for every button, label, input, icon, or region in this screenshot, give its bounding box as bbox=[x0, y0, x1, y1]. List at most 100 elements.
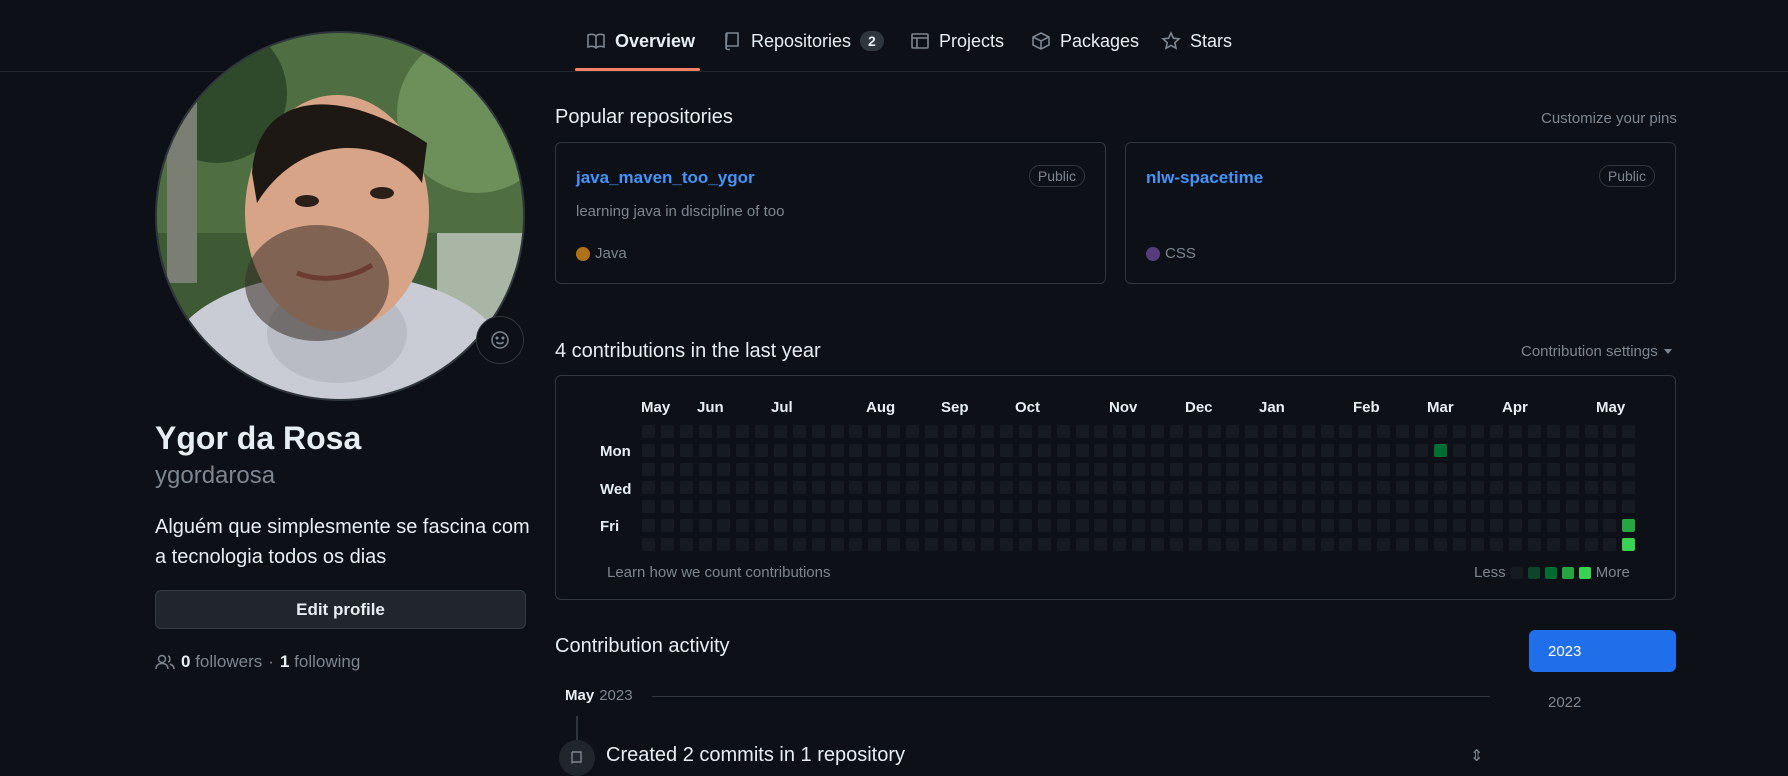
contribution-day-cell[interactable] bbox=[1056, 519, 1070, 532]
contribution-day-cell[interactable] bbox=[1377, 462, 1391, 476]
contribution-day-cell[interactable] bbox=[830, 425, 844, 438]
contribution-day-cell[interactable] bbox=[1282, 481, 1296, 495]
contribution-day-cell[interactable] bbox=[1471, 425, 1485, 438]
contribution-day-cell[interactable] bbox=[868, 537, 882, 551]
contribution-day-cell[interactable] bbox=[1150, 462, 1164, 476]
contribution-day-cell[interactable] bbox=[1377, 537, 1391, 551]
contribution-day-cell[interactable] bbox=[943, 481, 957, 495]
contribution-day-cell[interactable] bbox=[1565, 537, 1579, 551]
contribution-day-cell[interactable] bbox=[1584, 425, 1598, 438]
contribution-day-cell[interactable] bbox=[1132, 425, 1146, 438]
contribution-day-cell[interactable] bbox=[679, 443, 693, 457]
contribution-day-cell[interactable] bbox=[830, 500, 844, 514]
contribution-day-cell[interactable] bbox=[1226, 537, 1240, 551]
contribution-day-cell[interactable] bbox=[773, 481, 787, 495]
contribution-day-cell[interactable] bbox=[1358, 425, 1372, 438]
contribution-day-cell[interactable] bbox=[1188, 519, 1202, 532]
contribution-day-cell[interactable] bbox=[1565, 481, 1579, 495]
contribution-day-cell[interactable] bbox=[755, 519, 769, 532]
contribution-day-cell[interactable] bbox=[1094, 443, 1108, 457]
contribution-day-cell[interactable] bbox=[981, 537, 995, 551]
contribution-day-cell[interactable] bbox=[773, 537, 787, 551]
contribution-day-cell[interactable] bbox=[1320, 443, 1334, 457]
contribution-day-cell[interactable] bbox=[717, 443, 731, 457]
contribution-day-cell[interactable] bbox=[1396, 537, 1409, 551]
contribution-day-cell[interactable] bbox=[1019, 443, 1032, 457]
contribution-day-cell[interactable] bbox=[1527, 500, 1541, 514]
tab-packages[interactable]: Packages bbox=[1021, 16, 1149, 66]
contribution-day-cell[interactable] bbox=[1245, 443, 1259, 457]
contribution-day-cell[interactable] bbox=[1339, 462, 1353, 476]
contribution-day-cell[interactable] bbox=[1414, 500, 1428, 514]
contribution-day-cell[interactable] bbox=[1546, 443, 1560, 457]
contribution-day-cell[interactable] bbox=[1037, 500, 1051, 514]
contribution-day-cell[interactable] bbox=[849, 519, 863, 532]
contribution-day-cell[interactable] bbox=[1132, 481, 1146, 495]
contribution-day-cell[interactable] bbox=[1471, 443, 1485, 457]
contribution-day-cell[interactable] bbox=[1546, 519, 1560, 532]
contribution-day-cell[interactable] bbox=[1433, 500, 1447, 514]
contribution-day-cell[interactable] bbox=[1546, 462, 1560, 476]
contribution-day-cell[interactable] bbox=[811, 425, 825, 438]
contribution-day-cell[interactable] bbox=[981, 425, 995, 438]
contribution-day-cell[interactable] bbox=[660, 425, 674, 438]
contribution-day-cell[interactable] bbox=[1414, 481, 1428, 495]
contribution-day-cell[interactable] bbox=[1207, 519, 1221, 532]
contribution-day-cell[interactable] bbox=[1056, 443, 1070, 457]
contribution-day-cell[interactable] bbox=[1490, 481, 1504, 495]
contribution-day-cell[interactable] bbox=[1414, 519, 1428, 532]
contribution-day-cell[interactable] bbox=[1452, 425, 1466, 438]
contribution-day-cell[interactable] bbox=[943, 519, 957, 532]
contribution-day-cell[interactable] bbox=[1490, 500, 1504, 514]
contribution-day-cell[interactable] bbox=[962, 443, 976, 457]
contribution-day-cell[interactable] bbox=[1414, 462, 1428, 476]
contribution-day-cell[interactable] bbox=[887, 519, 901, 532]
contribution-day-cell[interactable] bbox=[660, 537, 674, 551]
tab-stars[interactable]: Stars bbox=[1151, 16, 1242, 66]
contribution-day-cell[interactable] bbox=[905, 500, 919, 514]
contribution-day-cell[interactable] bbox=[1132, 462, 1146, 476]
contribution-day-cell[interactable] bbox=[1188, 443, 1202, 457]
contribution-day-cell[interactable] bbox=[1264, 519, 1278, 532]
contribution-day-cell[interactable] bbox=[830, 537, 844, 551]
contribution-day-cell[interactable] bbox=[1320, 537, 1334, 551]
contribution-day-cell[interactable] bbox=[1282, 425, 1296, 438]
contribution-day-cell[interactable] bbox=[717, 462, 731, 476]
contribution-day-cell[interactable] bbox=[1037, 519, 1051, 532]
avatar[interactable] bbox=[155, 31, 525, 401]
contribution-day-cell[interactable] bbox=[679, 481, 693, 495]
contribution-day-cell[interactable] bbox=[1169, 519, 1183, 532]
contribution-day-cell[interactable] bbox=[1509, 519, 1523, 532]
contribution-day-cell[interactable] bbox=[1490, 537, 1504, 551]
contribution-day-cell[interactable] bbox=[736, 537, 750, 551]
contribution-day-cell[interactable] bbox=[1150, 500, 1164, 514]
contribution-day-cell[interactable] bbox=[1094, 537, 1108, 551]
contribution-day-cell[interactable] bbox=[1150, 537, 1164, 551]
contribution-day-cell[interactable] bbox=[1414, 537, 1428, 551]
contribution-day-cell[interactable] bbox=[1019, 481, 1032, 495]
contribution-day-cell[interactable] bbox=[981, 481, 995, 495]
contribution-day-cell[interactable] bbox=[717, 519, 731, 532]
contribution-day-cell[interactable] bbox=[1452, 519, 1466, 532]
contribution-day-cell[interactable] bbox=[1075, 443, 1089, 457]
contribution-day-cell[interactable] bbox=[1245, 500, 1259, 514]
contribution-day-cell[interactable] bbox=[905, 462, 919, 476]
contribution-day-cell[interactable] bbox=[1358, 462, 1372, 476]
contribution-day-cell[interactable] bbox=[755, 462, 769, 476]
contribution-day-cell[interactable] bbox=[924, 443, 938, 457]
contribution-day-cell[interactable] bbox=[1339, 519, 1353, 532]
contribution-day-cell[interactable] bbox=[1358, 443, 1372, 457]
contribution-day-cell[interactable] bbox=[698, 462, 712, 476]
contribution-day-cell[interactable] bbox=[1207, 500, 1221, 514]
contribution-day-cell[interactable] bbox=[1075, 481, 1089, 495]
contribution-day-cell[interactable] bbox=[679, 519, 693, 532]
tab-overview[interactable]: Overview bbox=[576, 16, 705, 66]
contribution-day-cell[interactable] bbox=[1113, 537, 1127, 551]
contribution-day-cell[interactable] bbox=[1339, 481, 1353, 495]
contribution-day-cell[interactable] bbox=[1037, 443, 1051, 457]
contribution-day-cell[interactable] bbox=[642, 537, 655, 551]
contribution-day-cell[interactable] bbox=[1433, 537, 1447, 551]
contribution-day-cell[interactable] bbox=[1301, 425, 1315, 438]
contribution-day-cell[interactable] bbox=[1358, 481, 1372, 495]
contribution-day-cell[interactable] bbox=[849, 500, 863, 514]
